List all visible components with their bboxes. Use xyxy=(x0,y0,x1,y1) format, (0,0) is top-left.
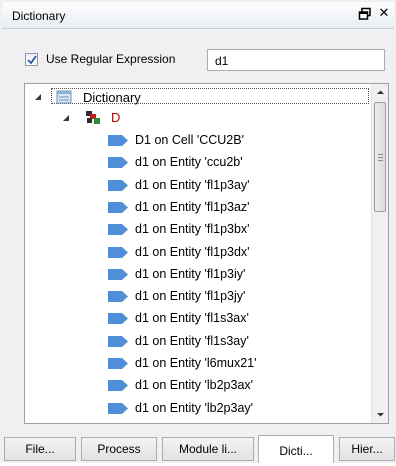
tree-item-label: d1 on Entity 'fl1s3ax' xyxy=(135,311,249,326)
dictionary-tree: Dictionary D D1 on Cell 'CCU2B' d1 on Ent… xyxy=(24,83,389,424)
close-icon[interactable]: ✕ xyxy=(377,6,391,20)
database-icon xyxy=(56,90,72,104)
tag-arrow-icon xyxy=(108,291,128,303)
tag-arrow-icon xyxy=(108,402,128,414)
tree-item-label: d1 on Entity 'ccu2b' xyxy=(135,155,243,170)
tag-arrow-icon xyxy=(108,157,128,169)
collapse-icon[interactable] xyxy=(34,93,43,102)
collapse-icon[interactable] xyxy=(62,114,71,123)
tab-file[interactable]: File... xyxy=(4,437,76,461)
tab-module-list[interactable]: Module li... xyxy=(162,437,254,461)
scroll-up-icon[interactable] xyxy=(372,84,389,101)
tree-group-label: D xyxy=(111,110,121,125)
regex-checkbox[interactable] xyxy=(25,53,38,66)
tag-arrow-icon xyxy=(108,224,128,236)
tree-item-label: d1 on Entity 'fl1p3ay' xyxy=(135,177,250,192)
regex-row: Use Regular Expression xyxy=(0,40,396,80)
tree-item-label: d1 on Entity 'lb2p3ax' xyxy=(135,378,254,393)
tag-arrow-icon xyxy=(108,246,128,258)
scroll-down-icon[interactable] xyxy=(372,406,389,423)
regex-label: Use Regular Expression xyxy=(46,52,176,66)
tab-dictionary[interactable]: Dicti... xyxy=(258,435,334,463)
tag-arrow-icon xyxy=(108,268,128,280)
tree-item-label: d1 on Entity 'l6mux21' xyxy=(135,356,257,370)
panel-header: Dictionary ✕ xyxy=(2,2,394,29)
dictionary-panel: Dictionary ✕ Use Regular Expression d1 D… xyxy=(0,0,396,463)
component-group-icon xyxy=(86,111,100,124)
vertical-scrollbar[interactable] xyxy=(371,84,389,423)
checkmark-icon xyxy=(27,55,37,65)
tag-arrow-icon xyxy=(108,380,128,392)
tree-item-label: d1 on Entity 'fl1p3bx' xyxy=(135,222,250,237)
tree-root-label: Dictionary xyxy=(83,90,141,105)
tag-arrow-icon xyxy=(108,358,128,369)
tag-arrow-icon xyxy=(108,335,128,347)
tag-arrow-icon xyxy=(108,179,128,191)
tree-item-label: d1 on Entity 'fl1s3ay' xyxy=(135,333,249,348)
tree-root[interactable]: Dictionary xyxy=(25,84,371,105)
scrollbar-thumb[interactable] xyxy=(374,102,386,212)
tree-item-label: d1 on Entity 'fl1p3iy' xyxy=(135,266,246,281)
tab-process[interactable]: Process xyxy=(81,437,157,461)
float-window-icon[interactable] xyxy=(358,7,372,21)
tree-item-label: D1 on Cell 'CCU2B' xyxy=(135,133,244,147)
tree-item-label: d1 on Entity 'lb2p3ay' xyxy=(135,400,254,415)
tag-arrow-icon xyxy=(108,135,128,146)
panel-title: Dictionary xyxy=(12,9,66,23)
tree-item-label: d1 on Entity 'fl1p3dx' xyxy=(135,244,250,259)
tree-item-label: d1 on Entity 'fl1p3jy' xyxy=(135,289,246,304)
search-input[interactable] xyxy=(207,49,385,71)
tab-bar: File... Process Module li... Dicti... Hi… xyxy=(0,433,396,463)
tree-item-label: d1 on Entity 'fl1p3az' xyxy=(135,199,250,214)
tab-hierarchy[interactable]: Hier... xyxy=(339,437,395,461)
tag-arrow-icon xyxy=(108,201,128,213)
tag-arrow-icon xyxy=(108,313,128,325)
